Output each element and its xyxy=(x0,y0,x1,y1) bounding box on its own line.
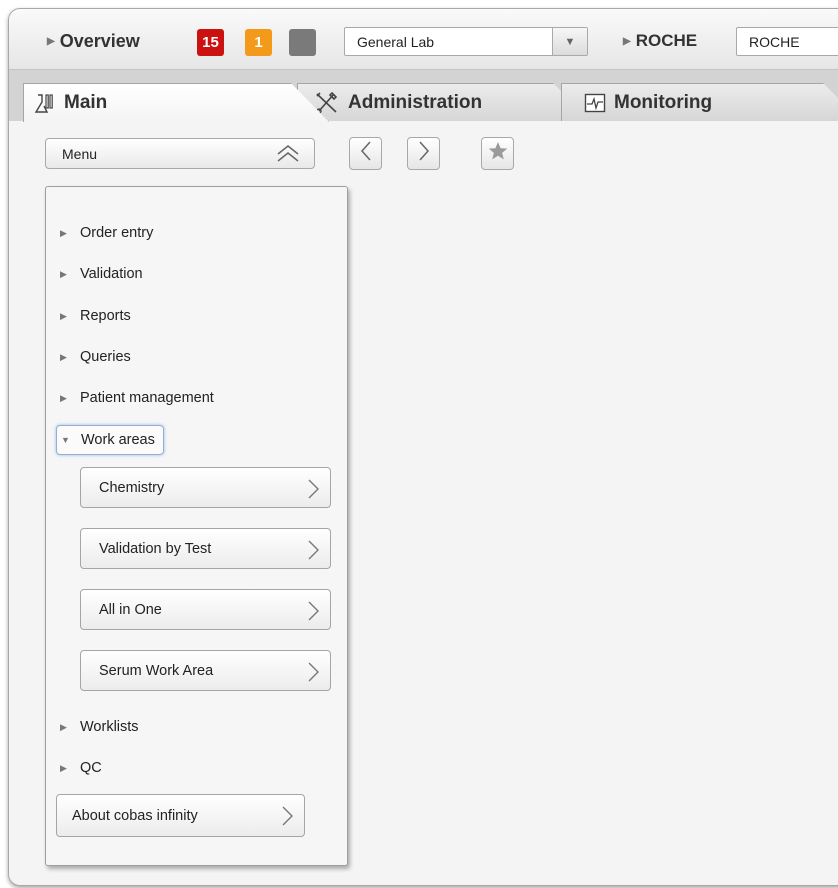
chevron-right-icon xyxy=(280,805,294,831)
roche-label: ROCHE xyxy=(635,31,698,50)
overview-label: Overview xyxy=(59,31,140,51)
menu-item-label: Patient management xyxy=(80,390,214,406)
dropdown-arrow-icon[interactable]: ▼ xyxy=(552,28,587,55)
lab-select[interactable]: General Lab ▼ xyxy=(344,27,588,56)
alert-count-badge-gray[interactable] xyxy=(289,29,316,56)
menu-item-label: Worklists xyxy=(80,719,139,735)
menu-item-qc[interactable]: ▶ QC xyxy=(60,757,102,779)
roche-select[interactable]: ROCHE xyxy=(736,27,838,56)
tab-main[interactable]: Main xyxy=(23,83,329,122)
tab-bar: Main Administration Monitoring xyxy=(9,70,838,122)
menu-item-reports[interactable]: ▶ Reports xyxy=(60,305,131,327)
triangle-right-icon: ▶ xyxy=(60,310,67,321)
menu-item-label: Reports xyxy=(80,308,131,324)
menu-item-order-entry[interactable]: ▶ Order entry xyxy=(60,222,153,244)
play-triangle-icon: ▶ xyxy=(47,36,55,47)
triangle-right-icon: ▶ xyxy=(60,392,67,403)
roche-select-value: ROCHE xyxy=(749,33,800,50)
work-area-label: All in One xyxy=(99,601,162,618)
lab-select-value: General Lab xyxy=(357,33,435,50)
work-area-label: Serum Work Area xyxy=(99,662,214,679)
menu-item-queries[interactable]: ▶ Queries xyxy=(60,346,131,368)
chevron-right-icon xyxy=(306,478,320,504)
triangle-right-icon: ▶ xyxy=(60,227,67,238)
main-toolbar: Menu xyxy=(9,121,838,194)
star-icon xyxy=(487,140,509,167)
work-area-label: Chemistry xyxy=(99,479,165,496)
menu-item-validation[interactable]: ▶ Validation xyxy=(60,263,143,285)
about-cobas-infinity-button[interactable]: About cobas infinity xyxy=(56,794,305,837)
play-triangle-icon: ▶ xyxy=(623,35,631,47)
tab-administration[interactable]: Administration xyxy=(297,83,591,121)
favorite-button[interactable] xyxy=(481,137,514,170)
menu-button-label: Menu xyxy=(62,145,98,162)
menu-item-label: Validation xyxy=(80,266,143,282)
roche-link[interactable]: ▶ ROCHE xyxy=(623,31,697,51)
menu-item-label: Work areas xyxy=(81,432,155,448)
main-menu-panel: ▶ Order entry ▶ Validation ▶ Reports ▶ Q… xyxy=(45,186,348,866)
menu-item-label: Order entry xyxy=(80,225,154,241)
chevron-right-icon xyxy=(306,600,320,626)
menu-item-label: Queries xyxy=(80,349,131,365)
app-window: ▶ Overview 15 1 General Lab ▼ ▶ ROCHE RO… xyxy=(8,8,838,886)
menu-item-patient-management[interactable]: ▶ Patient management xyxy=(60,387,214,409)
triangle-right-icon: ▶ xyxy=(60,268,67,279)
triangle-right-icon: ▶ xyxy=(60,762,67,773)
chevron-right-icon xyxy=(306,539,320,565)
tab-monitoring[interactable]: Monitoring xyxy=(561,83,838,121)
chevron-right-icon xyxy=(306,661,320,687)
triangle-right-icon: ▶ xyxy=(60,721,67,732)
work-area-label: Validation by Test xyxy=(99,540,212,557)
forward-button[interactable] xyxy=(407,137,440,170)
overview-link[interactable]: ▶ Overview xyxy=(47,31,140,52)
about-label: About cobas infinity xyxy=(72,807,198,824)
double-chevron-up-icon xyxy=(276,144,300,167)
monitor-icon xyxy=(584,93,606,113)
work-area-serum-work-area-button[interactable]: Serum Work Area xyxy=(80,650,331,691)
menu-item-label: QC xyxy=(80,760,102,776)
back-button[interactable] xyxy=(349,137,382,170)
work-area-all-in-one-button[interactable]: All in One xyxy=(80,589,331,630)
chevron-left-icon xyxy=(359,140,373,167)
tab-main-label: Main xyxy=(64,92,108,113)
menu-item-work-areas[interactable]: ▼ Work areas xyxy=(56,425,164,455)
work-area-validation-by-test-button[interactable]: Validation by Test xyxy=(80,528,331,569)
menu-button[interactable]: Menu xyxy=(45,138,315,169)
top-bar: ▶ Overview 15 1 General Lab ▼ ▶ ROCHE RO… xyxy=(9,9,838,70)
alert-count-badge-orange[interactable]: 1 xyxy=(245,29,272,56)
triangle-right-icon: ▶ xyxy=(60,351,67,362)
chevron-right-icon xyxy=(417,140,431,167)
lab-flask-icon xyxy=(34,92,56,114)
tab-administration-label: Administration xyxy=(348,91,483,113)
menu-item-worklists[interactable]: ▶ Worklists xyxy=(60,716,139,738)
alert-count-badge-red[interactable]: 15 xyxy=(197,29,224,56)
work-area-chemistry-button[interactable]: Chemistry xyxy=(80,467,331,508)
triangle-down-icon: ▼ xyxy=(61,435,70,445)
tab-monitoring-label: Monitoring xyxy=(614,91,713,113)
